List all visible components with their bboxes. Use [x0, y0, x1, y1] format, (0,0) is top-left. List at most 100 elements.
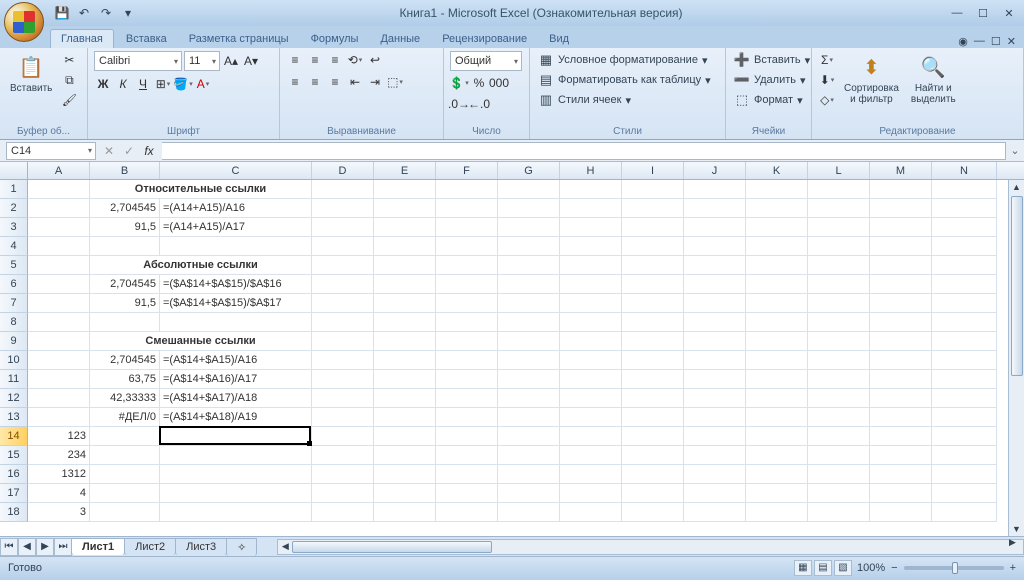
row-header-9[interactable]: 9: [0, 332, 28, 351]
cell-D16[interactable]: [312, 465, 374, 484]
cell-B4[interactable]: [90, 237, 160, 256]
page-layout-view-button[interactable]: ▤: [814, 560, 832, 576]
cell-G14[interactable]: [498, 427, 560, 446]
tab-data[interactable]: Данные: [370, 30, 430, 48]
cell-N12[interactable]: [932, 389, 997, 408]
cell-F4[interactable]: [436, 237, 498, 256]
cell-C2[interactable]: =(A14+A15)/A16: [160, 199, 312, 218]
cell-G7[interactable]: [498, 294, 560, 313]
cell-L13[interactable]: [808, 408, 870, 427]
ribbon-restore-button[interactable]: ☐: [991, 35, 1001, 48]
cell-N9[interactable]: [932, 332, 997, 351]
cell-G1[interactable]: [498, 180, 560, 199]
cell-J7[interactable]: [684, 294, 746, 313]
cell-B18[interactable]: [90, 503, 160, 522]
cell-F18[interactable]: [436, 503, 498, 522]
cell-M7[interactable]: [870, 294, 932, 313]
new-sheet-button[interactable]: ✧: [226, 538, 257, 556]
cell-J16[interactable]: [684, 465, 746, 484]
cell-E4[interactable]: [374, 237, 436, 256]
bold-button[interactable]: Ж: [94, 75, 112, 93]
cell-M8[interactable]: [870, 313, 932, 332]
cell-I14[interactable]: [622, 427, 684, 446]
cell-D15[interactable]: [312, 446, 374, 465]
cell-A4[interactable]: [28, 237, 90, 256]
cell-B13[interactable]: #ДЕЛ/0: [90, 408, 160, 427]
cell-N4[interactable]: [932, 237, 997, 256]
cell-C8[interactable]: [160, 313, 312, 332]
row-header-2[interactable]: 2: [0, 199, 28, 218]
cell-F15[interactable]: [436, 446, 498, 465]
cell-I8[interactable]: [622, 313, 684, 332]
cell-M9[interactable]: [870, 332, 932, 351]
cell-K4[interactable]: [746, 237, 808, 256]
cell-L9[interactable]: [808, 332, 870, 351]
cell-I3[interactable]: [622, 218, 684, 237]
cell-M1[interactable]: [870, 180, 932, 199]
cell-H11[interactable]: [560, 370, 622, 389]
cell-M13[interactable]: [870, 408, 932, 427]
cell-H8[interactable]: [560, 313, 622, 332]
scroll-down-button[interactable]: ▼: [1012, 522, 1021, 536]
cell-D11[interactable]: [312, 370, 374, 389]
row-header-6[interactable]: 6: [0, 275, 28, 294]
column-header-F[interactable]: F: [436, 162, 498, 179]
row-header-14[interactable]: 14: [0, 427, 28, 446]
insert-cells-button[interactable]: ➕Вставить ▾: [732, 51, 812, 69]
vscroll-thumb[interactable]: [1011, 196, 1023, 376]
worksheet-grid[interactable]: ABCDEFGHIJKLMN 1Относительные ссылки22,7…: [0, 162, 1024, 536]
cell-A13[interactable]: [28, 408, 90, 427]
row-header-11[interactable]: 11: [0, 370, 28, 389]
cell-C13[interactable]: =(A$14+$A18)/A19: [160, 408, 312, 427]
cell-K18[interactable]: [746, 503, 808, 522]
cell-F12[interactable]: [436, 389, 498, 408]
cell-D5[interactable]: [312, 256, 374, 275]
cell-E7[interactable]: [374, 294, 436, 313]
cell-B1[interactable]: Относительные ссылки: [90, 180, 312, 199]
cell-E3[interactable]: [374, 218, 436, 237]
cell-A8[interactable]: [28, 313, 90, 332]
cell-N18[interactable]: [932, 503, 997, 522]
cell-G12[interactable]: [498, 389, 560, 408]
cell-G15[interactable]: [498, 446, 560, 465]
cell-H12[interactable]: [560, 389, 622, 408]
cell-N5[interactable]: [932, 256, 997, 275]
column-header-H[interactable]: H: [560, 162, 622, 179]
cell-L5[interactable]: [808, 256, 870, 275]
cell-C16[interactable]: [160, 465, 312, 484]
row-header-13[interactable]: 13: [0, 408, 28, 427]
cell-I1[interactable]: [622, 180, 684, 199]
cell-C12[interactable]: =(A$14+$A17)/A18: [160, 389, 312, 408]
italic-button[interactable]: К: [114, 75, 132, 93]
sheet-nav-prev[interactable]: ◀: [18, 538, 36, 556]
cell-K9[interactable]: [746, 332, 808, 351]
cell-I7[interactable]: [622, 294, 684, 313]
cell-H13[interactable]: [560, 408, 622, 427]
column-header-N[interactable]: N: [932, 162, 997, 179]
cell-L15[interactable]: [808, 446, 870, 465]
cell-B3[interactable]: 91,5: [90, 218, 160, 237]
cell-L4[interactable]: [808, 237, 870, 256]
zoom-slider[interactable]: [904, 566, 1004, 570]
cell-G8[interactable]: [498, 313, 560, 332]
cell-G18[interactable]: [498, 503, 560, 522]
fill-button[interactable]: ⬇: [818, 71, 836, 89]
row-header-17[interactable]: 17: [0, 484, 28, 503]
column-header-I[interactable]: I: [622, 162, 684, 179]
cell-L3[interactable]: [808, 218, 870, 237]
cell-E2[interactable]: [374, 199, 436, 218]
align-bottom-button[interactable]: ≡: [326, 51, 344, 69]
redo-icon[interactable]: ↷: [98, 5, 114, 21]
column-header-M[interactable]: M: [870, 162, 932, 179]
cell-E11[interactable]: [374, 370, 436, 389]
decrease-decimal-button[interactable]: ←.0: [470, 95, 488, 113]
cell-M6[interactable]: [870, 275, 932, 294]
cell-I17[interactable]: [622, 484, 684, 503]
cell-N14[interactable]: [932, 427, 997, 446]
cell-F2[interactable]: [436, 199, 498, 218]
cell-F5[interactable]: [436, 256, 498, 275]
cell-I13[interactable]: [622, 408, 684, 427]
cell-B10[interactable]: 2,704545: [90, 351, 160, 370]
sheet-nav-first[interactable]: ⏮: [0, 538, 18, 556]
cell-N11[interactable]: [932, 370, 997, 389]
